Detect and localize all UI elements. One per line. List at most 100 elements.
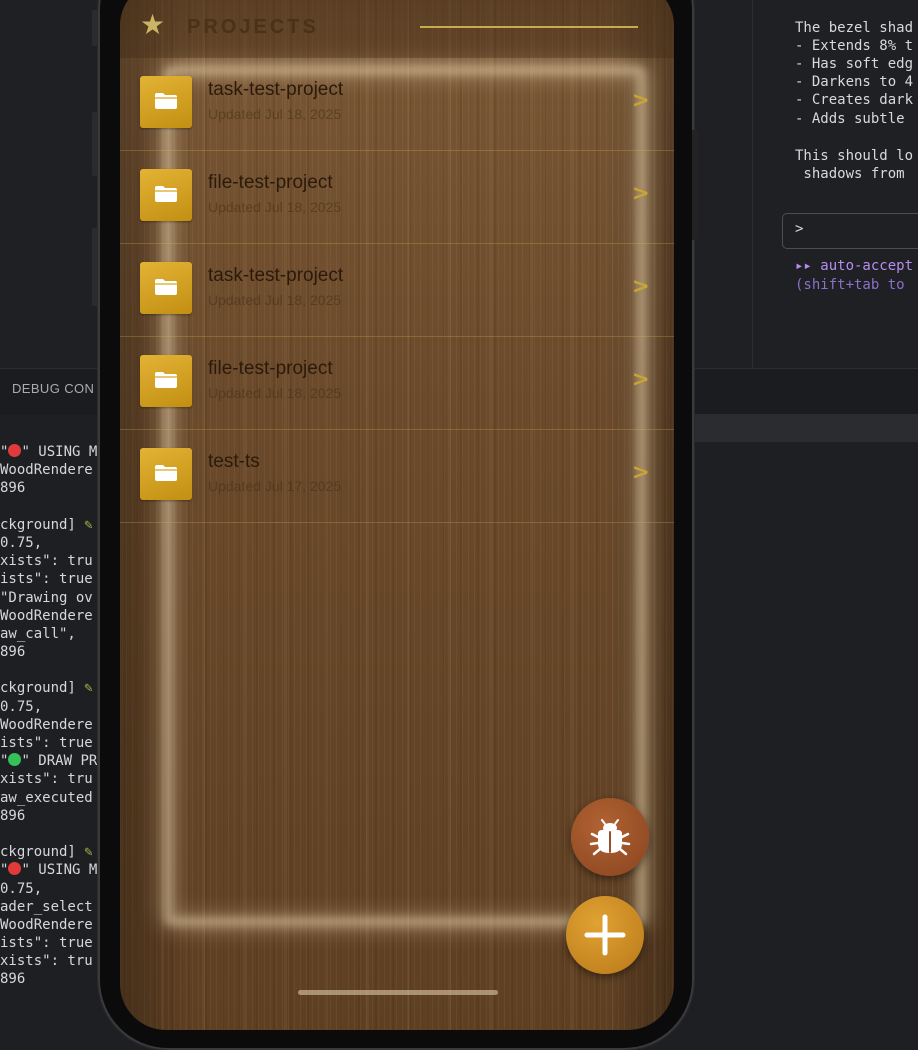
console-line: ists": true (0, 734, 100, 752)
console-line: WoodRendere (0, 916, 100, 934)
console-line: WoodRendere (0, 607, 100, 625)
console-text: xists": tru (0, 953, 93, 970)
terminal-line: - Has soft edg (795, 56, 914, 72)
phone-side-button (692, 130, 698, 240)
console-text: ists": true (0, 935, 93, 952)
project-row[interactable]: task-test-project Updated Jul 18, 2025 > (120, 244, 674, 337)
console-line: WoodRendere (0, 716, 100, 734)
console-text: 896 (0, 644, 26, 661)
console-text: 896 (0, 480, 26, 497)
chevron-right-icon: > (632, 274, 650, 298)
console-text: aw_executed (0, 789, 93, 806)
console-text: WoodRendere (0, 916, 93, 933)
terminal-line: The bezel shad (795, 20, 914, 36)
console-text: ckground] (0, 844, 85, 861)
folder-icon (155, 279, 177, 295)
folder-icon-tile (140, 448, 192, 500)
project-row[interactable]: file-test-project Updated Jul 18, 2025 > (120, 337, 674, 430)
folder-icon-tile (140, 169, 192, 221)
console-text: " USING M (21, 444, 98, 460)
console-text: ckground] (0, 680, 85, 697)
console-line: xists": tru (0, 552, 100, 570)
project-row[interactable]: task-test-project Updated Jul 18, 2025 > (120, 58, 674, 151)
console-quote: " (0, 862, 9, 879)
console-line: 0.75, (0, 698, 100, 716)
console-line: aw_executed (0, 789, 100, 807)
project-row[interactable]: file-test-project Updated Jul 18, 2025 > (120, 151, 674, 244)
prompt-char: > (795, 221, 804, 237)
page-title: PROJECTS (187, 16, 319, 38)
console-line: 896 (0, 807, 100, 825)
add-project-button[interactable] (566, 896, 644, 974)
console-text: WoodRendere (0, 607, 93, 624)
red-circle-icon (8, 444, 22, 457)
terminal-line: This should lo (795, 148, 914, 164)
console-line: 0.75, (0, 880, 100, 898)
pencil-icon: ✎ (84, 844, 93, 861)
project-updated-date: Updated Jul 18, 2025 (208, 199, 342, 215)
terminal-line: - Extends 8% t (795, 38, 914, 54)
console-line: aw_call", (0, 625, 100, 643)
console-text: ckground] (0, 516, 85, 533)
console-line: ckground] ✎ (0, 516, 100, 534)
pencil-icon: ✎ (84, 516, 93, 533)
console-line: " " USING M (0, 443, 100, 461)
red-circle-icon (8, 862, 22, 876)
console-line: " " DRAW PR (0, 752, 100, 770)
console-line: xists": tru (0, 952, 100, 970)
folder-icon-tile (140, 262, 192, 314)
plus-icon (584, 914, 626, 956)
project-name: file-test-project (208, 358, 333, 379)
console-text: 896 (0, 807, 26, 824)
bug-icon (589, 819, 631, 856)
project-updated-date: Updated Jul 18, 2025 (208, 385, 342, 401)
folder-icon-tile (140, 76, 192, 128)
auto-accept-mode: ▸▸ auto-accept (795, 258, 914, 274)
terminal-line: - Darkens to 4 (795, 74, 914, 90)
home-indicator (298, 990, 498, 995)
console-line: xists": tru (0, 770, 100, 788)
chevron-right-icon: > (632, 181, 650, 205)
debug-toolbar-strip (690, 414, 918, 442)
chevron-right-icon: > (632, 88, 650, 112)
project-name: test-ts (208, 451, 260, 472)
console-line: 896 (0, 970, 100, 988)
terminal-line: - Creates dark (795, 92, 914, 108)
project-updated-date: Updated Jul 18, 2025 (208, 292, 342, 308)
console-line: 896 (0, 643, 100, 661)
green-circle-icon (8, 753, 22, 767)
project-updated-date: Updated Jul 18, 2025 (208, 106, 342, 122)
console-text: xists": tru (0, 553, 93, 570)
console-line: ckground] ✎ (0, 843, 100, 861)
tab-debug-console[interactable]: DEBUG CON (12, 381, 94, 396)
folder-icon (155, 93, 177, 109)
project-name: file-test-project (208, 172, 333, 193)
console-line: WoodRendere (0, 461, 100, 479)
project-row[interactable]: test-ts Updated Jul 17, 2025 > (120, 430, 674, 523)
pencil-icon: ✎ (84, 680, 93, 697)
console-line: ader_select (0, 898, 100, 916)
console-line: 896 (0, 479, 100, 497)
terminal-line: shadows from (795, 166, 914, 182)
console-quote: " (0, 444, 9, 460)
console-quote: " (0, 753, 9, 770)
star-icon: ★ (140, 8, 166, 41)
project-name: task-test-project (208, 79, 344, 100)
auto-accept-hint: (shift+tab to (795, 277, 914, 293)
header-divider (420, 26, 638, 28)
console-line: ists": true (0, 570, 100, 588)
phone-screen: ★ PROJECTS task-test-project Updated Jul … (120, 0, 674, 1030)
folder-icon (155, 186, 177, 202)
console-text: ader_select (0, 898, 93, 915)
chevron-right-icon: > (632, 460, 650, 484)
console-text: WoodRendere (0, 716, 93, 733)
projects-header: ★ PROJECTS (120, 0, 674, 58)
debug-fab-button[interactable] (571, 798, 649, 876)
chevron-right-icon: > (632, 367, 650, 391)
folder-icon (155, 372, 177, 388)
terminal-line: - Adds subtle (795, 111, 914, 127)
console-line: ists": true (0, 934, 100, 952)
